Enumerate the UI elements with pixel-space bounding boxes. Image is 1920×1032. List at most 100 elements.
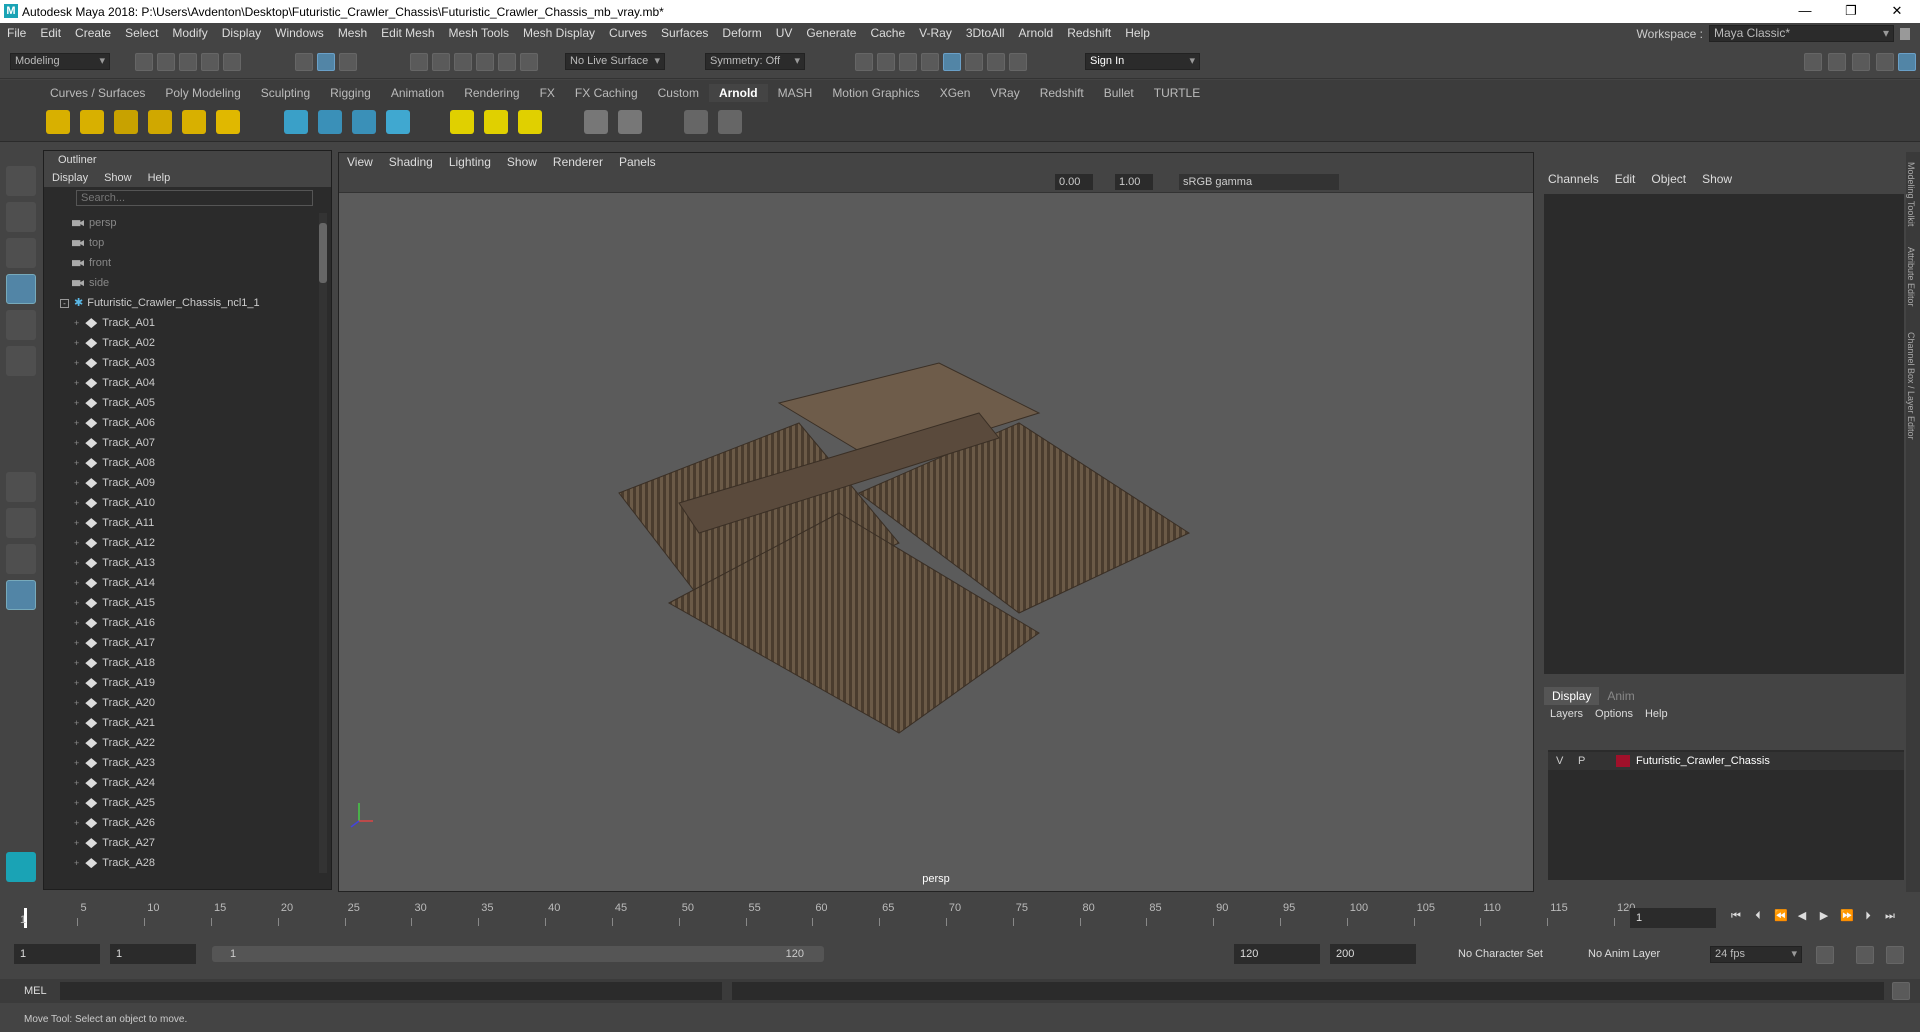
- show-menu[interactable]: Show: [1694, 170, 1740, 188]
- outliner-item[interactable]: + Track_A07: [74, 433, 155, 453]
- expand-icon[interactable]: +: [74, 438, 79, 448]
- curve-collector-icon[interactable]: [352, 110, 376, 134]
- menu-display[interactable]: Display: [215, 26, 268, 40]
- outliner-camera-front[interactable]: front: [72, 253, 111, 273]
- shelf-tab-bullet[interactable]: Bullet: [1094, 84, 1144, 102]
- mel-label[interactable]: MEL: [24, 985, 47, 997]
- menu-deform[interactable]: Deform: [715, 26, 768, 40]
- expand-icon[interactable]: +: [74, 758, 79, 768]
- export-standin-icon[interactable]: [318, 110, 342, 134]
- menu-surfaces[interactable]: Surfaces: [654, 26, 715, 40]
- play-backwards-icon[interactable]: ◀: [1796, 910, 1808, 922]
- scene-end-field[interactable]: 200: [1330, 944, 1416, 964]
- toggle-channel-box-icon[interactable]: [1876, 53, 1894, 71]
- scale-tool-icon[interactable]: [6, 346, 36, 376]
- outliner-camera-persp[interactable]: persp: [72, 213, 117, 233]
- expand-icon[interactable]: +: [74, 538, 79, 548]
- undo-icon[interactable]: [201, 53, 219, 71]
- toggle-layer-editor-icon[interactable]: [1898, 53, 1916, 71]
- menu-generate[interactable]: Generate: [799, 26, 863, 40]
- shelf-tab-xgen[interactable]: XGen: [930, 84, 981, 102]
- range-slider[interactable]: 1 120: [212, 946, 824, 962]
- outliner-item[interactable]: + Track_A24: [74, 773, 155, 793]
- open-scene-icon[interactable]: [157, 53, 175, 71]
- outliner-item[interactable]: + Track_A14: [74, 573, 155, 593]
- help-menu[interactable]: Help: [1639, 705, 1674, 723]
- select-component-icon[interactable]: [339, 53, 357, 71]
- expand-icon[interactable]: +: [74, 838, 79, 848]
- tab-attribute-editor[interactable]: Attribute Editor: [1906, 247, 1916, 307]
- outliner-scrollbar[interactable]: [319, 213, 327, 873]
- persp-outliner-layout-icon[interactable]: [6, 544, 36, 574]
- redo-icon[interactable]: [223, 53, 241, 71]
- auto-key-icon[interactable]: [1856, 946, 1874, 964]
- pause-icon[interactable]: [1009, 53, 1027, 71]
- menu-mesh-tools[interactable]: Mesh Tools: [442, 26, 516, 40]
- menu-curves[interactable]: Curves: [602, 26, 654, 40]
- menu-mesh-display[interactable]: Mesh Display: [516, 26, 602, 40]
- menu-v-ray[interactable]: V-Ray: [912, 26, 959, 40]
- outliner-item[interactable]: + Track_A19: [74, 673, 155, 693]
- layers-menu[interactable]: Layers: [1544, 705, 1589, 723]
- outliner-item[interactable]: + Track_A25: [74, 793, 155, 813]
- lock-icon[interactable]: [1900, 27, 1910, 40]
- layer-visibility-toggle[interactable]: V: [1556, 752, 1563, 770]
- viewport-panel[interactable]: View Shading Lighting Show Renderer Panels 0.…: [338, 152, 1534, 892]
- menu-arnold[interactable]: Arnold: [1012, 26, 1061, 40]
- shelf-tab-custom[interactable]: Custom: [648, 84, 709, 102]
- outliner-camera-side[interactable]: side: [72, 273, 109, 293]
- flush-background-icon[interactable]: [484, 110, 508, 134]
- txmanager-icon[interactable]: [584, 110, 608, 134]
- go-to-start-icon[interactable]: ⏮: [1730, 910, 1742, 922]
- menu-windows[interactable]: Windows: [268, 26, 331, 40]
- outliner-item[interactable]: + Track_A20: [74, 693, 155, 713]
- menu-uv[interactable]: UV: [769, 26, 800, 40]
- layer-color-swatch[interactable]: [1616, 755, 1630, 767]
- snap-pivot-icon[interactable]: [520, 53, 538, 71]
- minimize-button[interactable]: —: [1782, 0, 1828, 23]
- outliner-item[interactable]: + Track_A22: [74, 733, 155, 753]
- expand-icon[interactable]: +: [74, 858, 79, 868]
- outliner-item[interactable]: + Track_A16: [74, 613, 155, 633]
- tab-channel-box-layer-editor[interactable]: Channel Box / Layer Editor: [1906, 332, 1916, 440]
- outliner-item[interactable]: + Track_A09: [74, 473, 155, 493]
- exposure-field[interactable]: 0.00: [1055, 174, 1093, 190]
- outliner-item[interactable]: + Track_A06: [74, 413, 155, 433]
- toggle-modeling-toolkit-icon[interactable]: [1804, 53, 1822, 71]
- light-editor-icon[interactable]: [987, 53, 1005, 71]
- shelf-tab-vray[interactable]: VRay: [980, 84, 1029, 102]
- shelf-tab-rendering[interactable]: Rendering: [454, 84, 529, 102]
- shelf-tab-curves-surfaces[interactable]: Curves / Surfaces: [40, 84, 155, 102]
- workspace-dropdown[interactable]: Maya Classic*: [1709, 25, 1894, 42]
- outliner-item[interactable]: + Track_A17: [74, 633, 155, 653]
- outliner-menu-help[interactable]: Help: [140, 169, 179, 187]
- anim-layer-dropdown[interactable]: No Anim Layer: [1582, 944, 1682, 964]
- outliner-item[interactable]: + Track_A08: [74, 453, 155, 473]
- sign-in-button[interactable]: Sign In: [1085, 53, 1200, 70]
- outliner-item[interactable]: + Track_A28: [74, 853, 155, 873]
- options-menu[interactable]: Options: [1589, 705, 1639, 723]
- expand-icon[interactable]: +: [74, 678, 79, 688]
- close-button[interactable]: ✕: [1874, 0, 1920, 23]
- expand-icon[interactable]: +: [74, 718, 79, 728]
- colorspace-dropdown[interactable]: sRGB gamma: [1179, 174, 1339, 190]
- snap-view-icon[interactable]: [476, 53, 494, 71]
- skydome-light-icon[interactable]: [148, 110, 172, 134]
- outliner-item[interactable]: + Track_A11: [74, 513, 154, 533]
- outliner-camera-top[interactable]: top: [72, 233, 104, 253]
- hypershade-icon[interactable]: [943, 53, 961, 71]
- expand-icon[interactable]: +: [74, 378, 79, 388]
- edit-menu[interactable]: Edit: [1607, 170, 1644, 188]
- expand-icon[interactable]: +: [74, 798, 79, 808]
- menu-cache[interactable]: Cache: [863, 26, 912, 40]
- paint-select-tool-icon[interactable]: [6, 238, 36, 268]
- live-surface-field[interactable]: No Live Surface: [565, 53, 665, 70]
- viewport-menu-panels[interactable]: Panels: [611, 153, 664, 171]
- script-editor-icon[interactable]: [1892, 982, 1910, 1000]
- move-tool-icon[interactable]: [6, 274, 36, 304]
- scene-start-field[interactable]: 1: [14, 944, 100, 964]
- step-back-key-icon[interactable]: ⏪: [1774, 910, 1788, 922]
- channels-menu[interactable]: Channels: [1540, 170, 1607, 188]
- shelf-tab-motion-graphics[interactable]: Motion Graphics: [822, 84, 929, 102]
- shelf-tab-fx-caching[interactable]: FX Caching: [565, 84, 648, 102]
